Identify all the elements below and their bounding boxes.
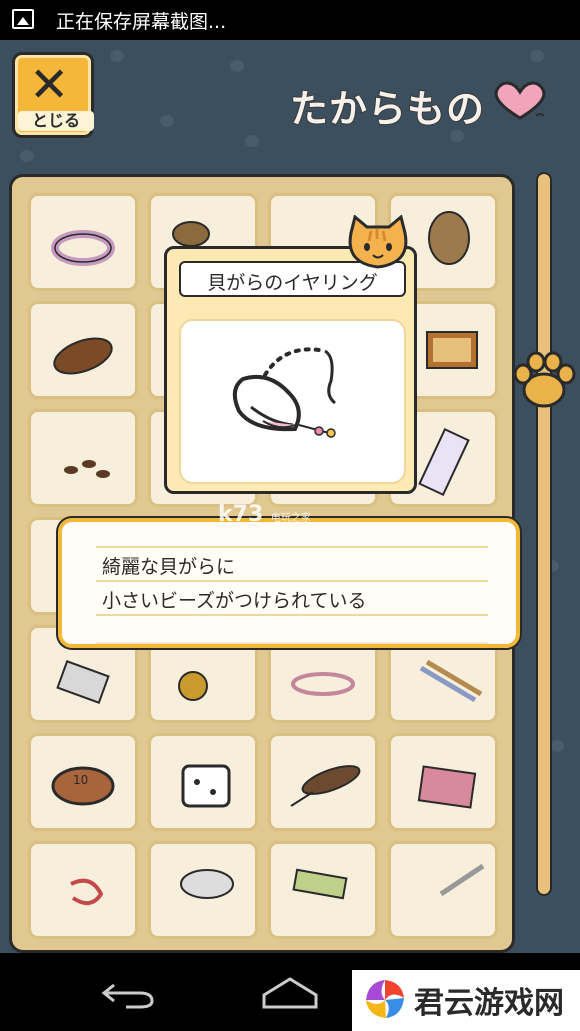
heart-icon <box>494 81 546 120</box>
status-text: 正在保存屏幕截图... <box>56 11 227 33</box>
stick-icon <box>439 863 485 897</box>
grid-cell[interactable]: 10 <box>28 733 138 831</box>
grid-cell[interactable] <box>28 301 138 399</box>
paw-scroll-handle-icon[interactable] <box>511 348 577 412</box>
item-description-box: 綺麗な貝がらに 小さいビーズがつけられている <box>58 518 520 648</box>
brand-swirl-icon <box>366 980 404 1018</box>
grid-cell[interactable] <box>148 841 258 939</box>
svg-text:10: 10 <box>73 773 88 787</box>
dice-icon <box>181 764 231 808</box>
bill-icon <box>292 868 348 900</box>
grid-cell[interactable] <box>28 409 138 507</box>
string-icon <box>70 878 104 906</box>
page-title: たからもの <box>290 87 486 131</box>
feather-icon <box>290 765 361 807</box>
coin-icon: 10 <box>51 766 115 806</box>
description-line-2: 小さいビーズがつけられている <box>102 590 367 612</box>
acorn-icon <box>53 337 113 375</box>
grid-cell[interactable] <box>28 193 138 291</box>
shell-earring-icon <box>232 347 337 438</box>
description-line-1: 綺麗な貝がらに <box>102 556 236 578</box>
item-name: 貝がらのイヤリング <box>207 272 378 294</box>
back-icon[interactable] <box>100 975 160 1011</box>
grid-cell[interactable] <box>388 733 498 831</box>
grid-cell[interactable] <box>148 733 258 831</box>
grid-cell[interactable] <box>28 841 138 939</box>
brand-text: 君云游戏网 <box>414 986 564 1021</box>
item-detail-popup: 貝がらのイヤリング <box>164 246 417 494</box>
cat-face-icon <box>348 215 408 269</box>
app-screen: ✕ とじる たからもの たからもの 10 貝がらのイヤリング 綺麗な貝がらに 小… <box>0 40 580 953</box>
status-bar: 正在保存屏幕截图... <box>0 0 580 40</box>
seeds-icon <box>64 460 110 478</box>
watermark-sub: 电玩之家 <box>270 513 311 524</box>
collar-icon <box>51 230 115 266</box>
home-icon[interactable] <box>258 975 322 1011</box>
stone-icon <box>180 869 234 899</box>
brand-logo: 君云游戏网 <box>352 970 580 1031</box>
image-icon <box>12 9 34 29</box>
magazine-icon <box>417 765 477 809</box>
close-button[interactable]: ✕ とじる <box>12 52 94 138</box>
close-label: とじる <box>18 111 94 131</box>
scrollbar-track[interactable] <box>536 172 552 896</box>
item-image-box <box>179 319 406 484</box>
watermark-main: k73 <box>218 502 264 527</box>
watermark: k73 电玩之家 <box>218 502 311 527</box>
close-icon: ✕ <box>29 57 70 113</box>
grid-cell[interactable] <box>268 841 378 939</box>
grid-cell[interactable] <box>388 841 498 939</box>
grid-cell[interactable] <box>268 733 378 831</box>
